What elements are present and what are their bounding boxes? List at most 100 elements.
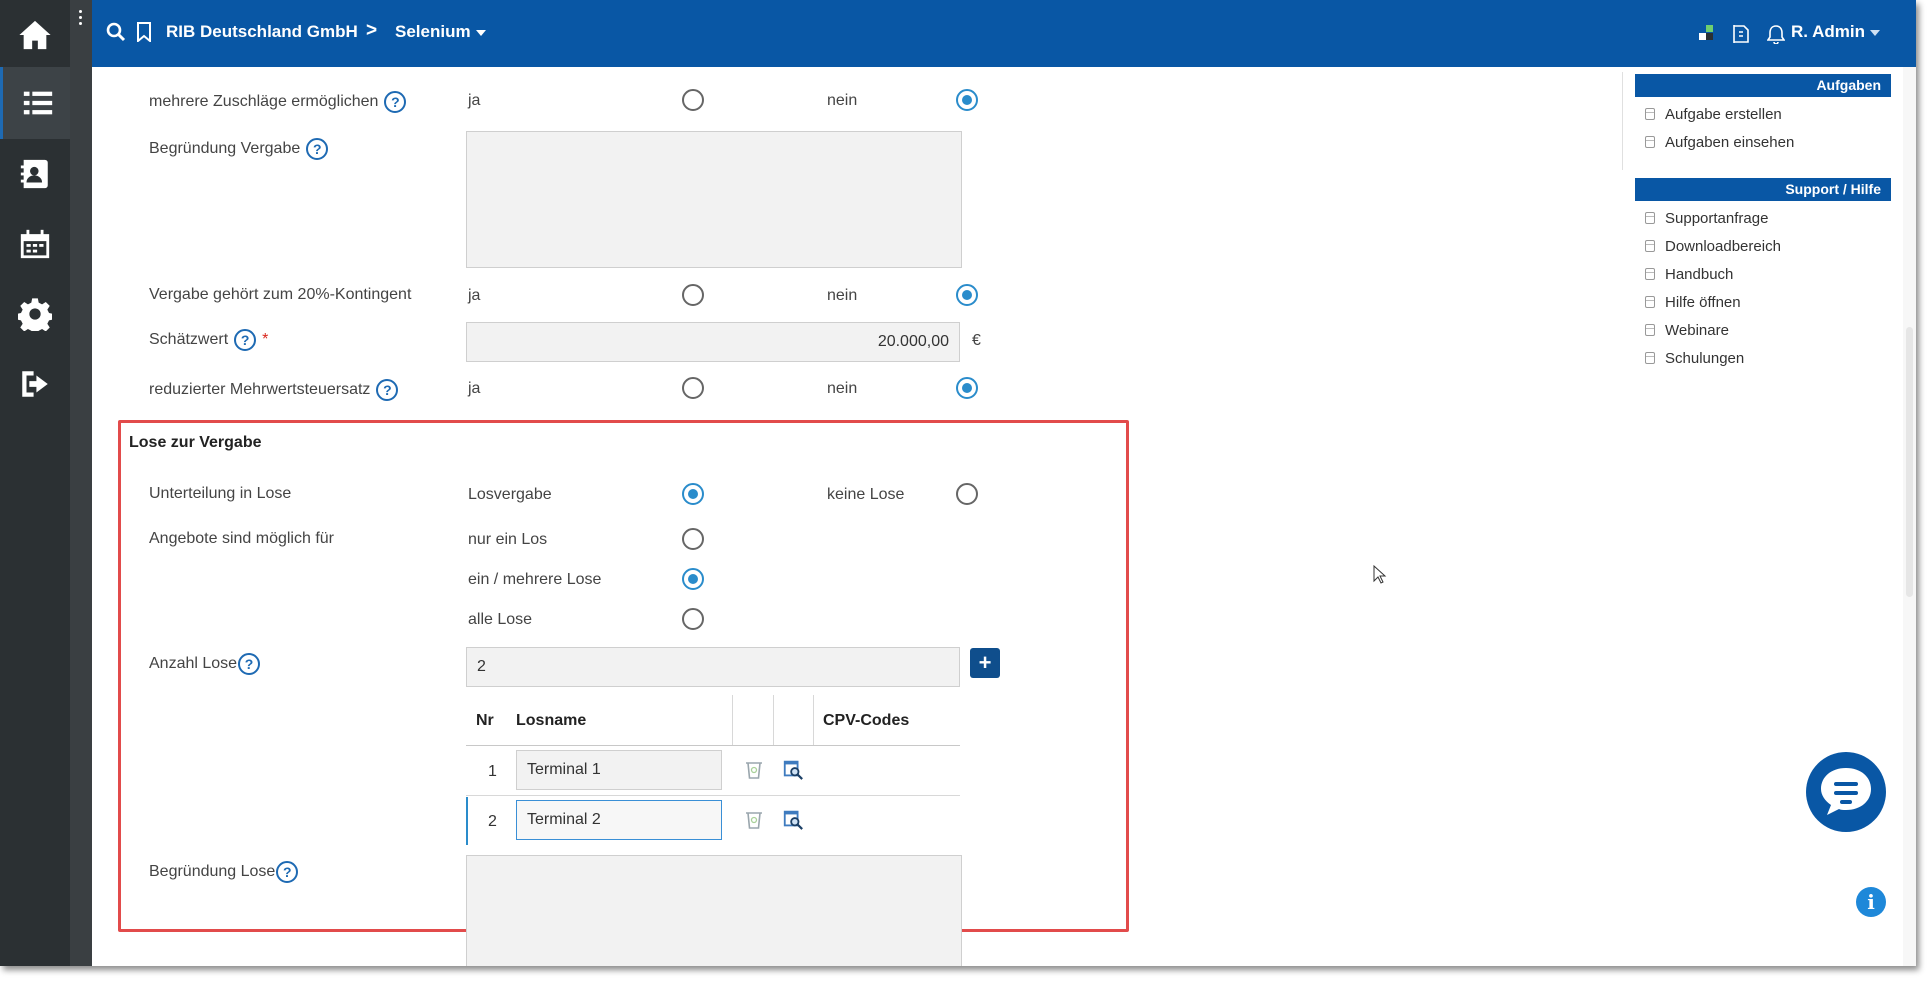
table-header-divider bbox=[466, 745, 960, 746]
help-icon[interactable]: ? bbox=[238, 653, 261, 675]
bell-icon[interactable] bbox=[1767, 24, 1785, 44]
trash-icon[interactable] bbox=[743, 759, 765, 781]
flag-icon[interactable] bbox=[1732, 24, 1750, 44]
aufgaben-header: Aufgaben bbox=[1635, 74, 1891, 97]
column-header-cpv: CPV-Codes bbox=[823, 712, 910, 729]
trash-icon[interactable] bbox=[743, 809, 765, 831]
hilfe-oeffnen-link[interactable]: Hilfe öffnen bbox=[1645, 294, 1741, 311]
window-icon bbox=[1645, 136, 1655, 148]
window-icon bbox=[1645, 240, 1655, 252]
zuschlaege-yes-radio[interactable] bbox=[682, 89, 704, 111]
kontingent-yes-label: ja bbox=[468, 287, 481, 304]
calendar-icon[interactable] bbox=[0, 209, 70, 279]
vertical-scrollbar[interactable] bbox=[1903, 67, 1916, 966]
handbuch-link[interactable]: Handbuch bbox=[1645, 266, 1733, 283]
zuschlaege-no-label: nein bbox=[827, 92, 858, 109]
row-divider bbox=[466, 795, 960, 796]
zuschlaege-label: mehrere Zuschläge ermöglichen? bbox=[149, 91, 407, 113]
list-icon[interactable] bbox=[0, 67, 73, 139]
window-icon bbox=[1645, 268, 1655, 280]
angebot-alle-lose-radio[interactable] bbox=[682, 608, 704, 630]
more-dots-icon[interactable] bbox=[78, 10, 84, 28]
anzahl-lose-input[interactable]: 2 bbox=[466, 647, 960, 687]
zuschlaege-no-radio[interactable] bbox=[956, 89, 978, 111]
info-icon[interactable]: i bbox=[1856, 887, 1886, 917]
logout-icon[interactable] bbox=[0, 349, 70, 419]
mwst-yes-label: ja bbox=[468, 380, 481, 397]
mwst-no-label: nein bbox=[827, 380, 858, 397]
add-los-button[interactable]: + bbox=[970, 648, 1000, 678]
row-nr: 1 bbox=[488, 763, 497, 780]
window-icon bbox=[1645, 296, 1655, 308]
angebot-nur-ein-los-radio[interactable] bbox=[682, 528, 704, 550]
losvergabe-radio[interactable] bbox=[682, 483, 704, 505]
begruendung-vergabe-textarea[interactable] bbox=[466, 131, 962, 268]
begruendung-vergabe-label: Begründung Vergabe? bbox=[149, 138, 329, 160]
breadcrumb-project-label: Selenium bbox=[395, 22, 471, 41]
chevron-down-icon bbox=[475, 29, 486, 36]
aufgaben-einsehen-link[interactable]: Aufgaben einsehen bbox=[1645, 134, 1794, 151]
downloadbereich-link[interactable]: Downloadbereich bbox=[1645, 238, 1781, 255]
chat-icon bbox=[1821, 768, 1871, 815]
bookmark-icon[interactable] bbox=[136, 22, 152, 42]
help-icon[interactable]: ? bbox=[384, 91, 407, 113]
scrollbar-thumb[interactable] bbox=[1906, 327, 1913, 597]
breadcrumb-project[interactable]: Selenium bbox=[395, 22, 486, 42]
losname-input[interactable]: Terminal 1 bbox=[516, 750, 722, 790]
help-icon[interactable]: ? bbox=[306, 138, 329, 160]
kontingent-no-label: nein bbox=[827, 287, 858, 304]
chevron-down-icon bbox=[1870, 29, 1880, 36]
help-icon[interactable]: ? bbox=[234, 329, 257, 351]
mwst-no-radio[interactable] bbox=[956, 377, 978, 399]
app-grid-icon[interactable] bbox=[1697, 24, 1715, 42]
sidebar-toggle-strip[interactable] bbox=[70, 0, 92, 966]
breadcrumb-separator: > bbox=[366, 20, 378, 41]
panel-divider bbox=[1622, 72, 1623, 170]
main-content: mehrere Zuschläge ermöglichen? ja nein B… bbox=[92, 67, 1612, 966]
column-header-losname: Losname bbox=[516, 712, 587, 729]
gear-icon[interactable] bbox=[0, 279, 70, 349]
breadcrumb-org[interactable]: RIB Deutschland GmbH bbox=[166, 22, 358, 42]
begruendung-lose-textarea[interactable] bbox=[466, 855, 962, 966]
window-icon bbox=[1645, 352, 1655, 364]
search-cpv-icon[interactable] bbox=[782, 808, 804, 830]
schulungen-link[interactable]: Schulungen bbox=[1645, 350, 1744, 367]
left-sidebar bbox=[0, 0, 73, 966]
chat-button[interactable] bbox=[1806, 752, 1886, 832]
app-window: RIB Deutschland GmbH > Selenium R. Admin… bbox=[0, 0, 1916, 966]
user-menu[interactable]: R. Admin bbox=[1791, 22, 1880, 42]
column-divider bbox=[813, 695, 814, 745]
kontingent-label: Vergabe gehört zum 20%-Kontingent bbox=[149, 286, 412, 303]
begruendung-lose-label: Begründung Lose? bbox=[149, 861, 299, 883]
aufgabe-erstellen-link[interactable]: Aufgabe erstellen bbox=[1645, 106, 1782, 123]
help-icon[interactable]: ? bbox=[376, 379, 399, 401]
required-marker: * bbox=[262, 331, 269, 349]
webinare-link[interactable]: Webinare bbox=[1645, 322, 1729, 339]
home-icon[interactable] bbox=[0, 0, 70, 70]
column-header-nr: Nr bbox=[476, 712, 494, 729]
help-icon[interactable]: ? bbox=[276, 861, 299, 883]
zuschlaege-yes-label: ja bbox=[468, 92, 481, 109]
losname-input[interactable]: Terminal 2 bbox=[516, 800, 722, 840]
angebot-option-label: alle Lose bbox=[468, 611, 533, 628]
supportanfrage-link[interactable]: Supportanfrage bbox=[1645, 210, 1768, 227]
angebot-mehrere-lose-radio[interactable] bbox=[682, 568, 704, 590]
contact-book-icon[interactable] bbox=[0, 139, 70, 209]
window-icon bbox=[1645, 108, 1655, 120]
angebot-option-label: ein / mehrere Lose bbox=[468, 571, 602, 588]
kontingent-yes-radio[interactable] bbox=[682, 284, 704, 306]
keine-lose-radio[interactable] bbox=[956, 483, 978, 505]
schaetzwert-input[interactable]: 20.000,00 bbox=[466, 322, 960, 362]
search-icon[interactable] bbox=[106, 22, 126, 42]
losvergabe-label: Losvergabe bbox=[468, 486, 552, 503]
lose-section-title: Lose zur Vergabe bbox=[129, 434, 262, 451]
column-divider bbox=[773, 695, 774, 745]
row-selected-indicator bbox=[466, 797, 468, 845]
kontingent-no-radio[interactable] bbox=[956, 284, 978, 306]
row-nr: 2 bbox=[488, 813, 497, 830]
mwst-yes-radio[interactable] bbox=[682, 377, 704, 399]
search-cpv-icon[interactable] bbox=[782, 758, 804, 780]
keine-lose-label: keine Lose bbox=[827, 486, 905, 503]
angebot-option-label: nur ein Los bbox=[468, 531, 548, 548]
column-divider bbox=[732, 695, 733, 745]
